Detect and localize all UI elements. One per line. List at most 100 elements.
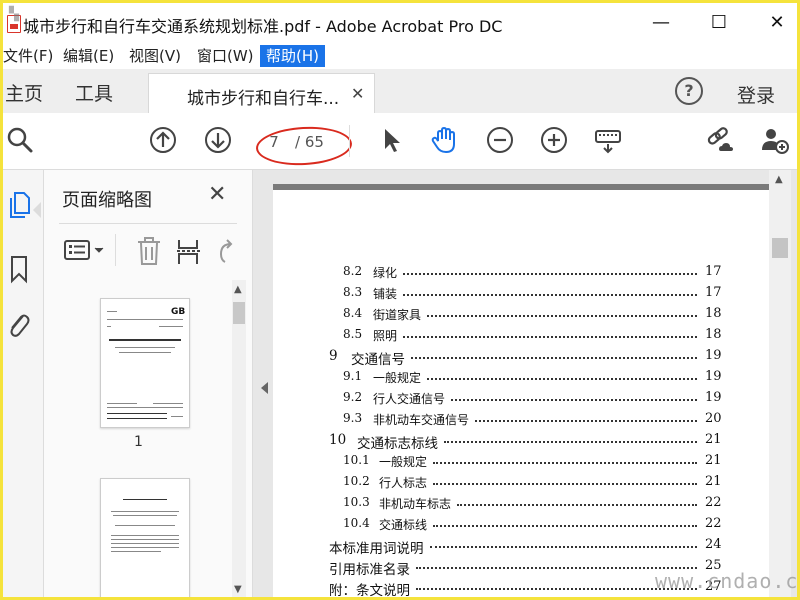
toc-entry-number: 10.1 [343,453,370,467]
toc-entry[interactable]: 10.1 一般规定 21 [273,453,773,473]
toc-entry-number: 8.5 [343,327,363,341]
menu-file[interactable]: 文件(F) [3,45,59,67]
toc-entry-title: 一般规定 [373,371,422,385]
zoom-out-icon[interactable] [485,125,515,155]
doc-scrollbar-thumb[interactable] [772,238,788,258]
scroll-down-icon[interactable]: ▼ [234,584,242,595]
next-page-icon[interactable] [203,125,233,155]
toc-entry-page: 19 [705,369,722,384]
document-tab-label: 城市步行和自行车... [187,89,340,109]
help-icon[interactable]: ? [675,77,703,105]
scrollbar-thumb[interactable] [233,302,245,324]
close-panel-icon[interactable]: ✕ [208,182,226,207]
toc-entry[interactable]: 10.3 非机动车标志 22 [273,495,773,515]
share-link-icon[interactable] [705,125,735,155]
menu-edit[interactable]: 编辑(E) [57,45,120,67]
toc-entry-number: 8.4 [343,306,363,320]
toc-entry[interactable]: 本标准用词说明 24 [273,537,773,557]
toc-entry[interactable]: 10.2 行人标志 21 [273,474,773,494]
toc-entry-page: 21 [705,432,722,447]
toc-entry-title: 非机动车标志 [379,497,452,511]
toc-entry-page: 17 [705,285,722,300]
scroll-up-icon[interactable]: ▲ [234,284,242,295]
close-window-button[interactable]: ✕ [757,9,797,37]
extract-pages-icon[interactable] [175,236,203,266]
toc-entry-title: 附：条文说明 [329,583,410,599]
toc-entry[interactable]: 9 交通信号 19 [273,348,773,368]
toc-leader-dots [403,273,697,275]
toc-entry-title: 引用标准名录 [329,562,410,578]
page-thumbnail[interactable]: GB [100,298,190,428]
toc-leader-dots [430,546,697,548]
thumbnail-options-icon[interactable] [63,238,107,264]
search-icon[interactable] [5,125,35,155]
toc-entry-title: 绿化 [373,266,398,280]
toc-entry-page: 18 [705,306,722,321]
toc-entry-page: 21 [705,453,722,468]
panel-divider [59,223,237,224]
toc-entry-title: 非机动车交通信号 [373,413,470,427]
toc-leader-dots [433,483,697,485]
pdf-page: 8.2 绿化 17 8.3 铺装 17 8.4 街道家具 18 8.5 照明 18 9 交通信号 19 9.1… [273,184,773,599]
toc-entry[interactable]: 9.3 非机动车交通信号 20 [273,411,773,431]
toc-entry-title: 照明 [373,329,398,343]
panel-tools-divider [115,234,116,266]
tab-document[interactable]: 城市步行和自行车... ✕ [148,73,375,114]
select-cursor-icon[interactable] [377,125,407,155]
bookmark-icon[interactable] [7,254,31,284]
gb-logo: GB [171,307,186,317]
toc-entry-number: 10.4 [343,516,370,530]
toc-entry-page: 19 [705,348,722,363]
login-button[interactable]: 登录 [737,81,775,108]
toc-entry-page: 21 [705,474,722,489]
minimize-button[interactable]: — [641,9,681,37]
page-thumbnails-icon[interactable] [7,190,31,220]
menu-window[interactable]: 窗口(W) [191,45,260,67]
thumbnail-list: GB 1 [54,278,244,597]
page-thumbnail[interactable] [100,478,190,597]
attachment-icon[interactable] [5,308,31,340]
thumbnail-scrollbar[interactable]: ▲ ▼ [232,280,246,597]
window-title: 城市步行和自行车交通系统规划标准.pdf - Adobe Acrobat Pro… [23,17,503,36]
collapse-left-icon[interactable] [261,382,268,394]
toc-entry[interactable]: 10 交通标志标线 21 [273,432,773,452]
toc-leader-dots [475,420,697,422]
toc-entry-page: 22 [705,516,722,531]
tab-tools[interactable]: 工具 [75,79,113,106]
document-viewer[interactable]: 8.2 绿化 17 8.3 铺装 17 8.4 街道家具 18 8.5 照明 18 9 交通信号 19 9.1… [253,170,797,599]
toc-entry[interactable]: 9.1 一般规定 19 [273,369,773,389]
toc-entry[interactable]: 8.4 街道家具 18 [273,306,773,326]
toc-leader-dots [433,462,697,464]
toc-entry-number: 9 [329,348,338,364]
delete-icon[interactable] [135,236,163,266]
app-window: 城市步行和自行车交通系统规划标准.pdf - Adobe Acrobat Pro… [0,0,800,600]
toc-entry-page: 22 [705,495,722,510]
menu-view[interactable]: 视图(V) [123,45,187,67]
toc-entry-number: 10.2 [343,474,370,488]
previous-page-icon[interactable] [148,125,178,155]
toc-entry[interactable]: 8.3 铺装 17 [273,285,773,305]
zoom-in-icon[interactable] [539,125,569,155]
toc-leader-dots [403,336,697,338]
toc-entry-title: 行人交通信号 [373,392,446,406]
add-user-icon[interactable] [759,125,789,155]
menu-help[interactable]: 帮助(H) [260,45,325,67]
toc-entry-page: 19 [705,390,722,405]
toc-entry[interactable]: 8.2 绿化 17 [273,264,773,284]
document-scrollbar[interactable]: ▲ [769,170,791,597]
close-tab-icon[interactable]: ✕ [351,84,364,103]
toc-entry-title: 一般规定 [379,455,428,469]
toc-entry[interactable]: 10.4 交通标线 22 [273,516,773,536]
toc-entry-title: 交通标线 [379,518,428,532]
toolbar: 7 / 65 [3,113,797,170]
doc-scroll-up-icon[interactable]: ▲ [775,174,783,185]
maximize-button[interactable]: ☐ [699,9,739,37]
rotate-icon[interactable] [215,236,237,266]
hand-tool-icon[interactable] [429,125,459,155]
toc-entry-number: 10.3 [343,495,370,509]
toc-entry[interactable]: 9.2 行人交通信号 19 [273,390,773,410]
tab-home[interactable]: 主页 [5,79,43,106]
toc-entry-number: 8.2 [343,264,363,278]
keyboard-icon[interactable] [593,125,623,155]
toc-entry[interactable]: 8.5 照明 18 [273,327,773,347]
